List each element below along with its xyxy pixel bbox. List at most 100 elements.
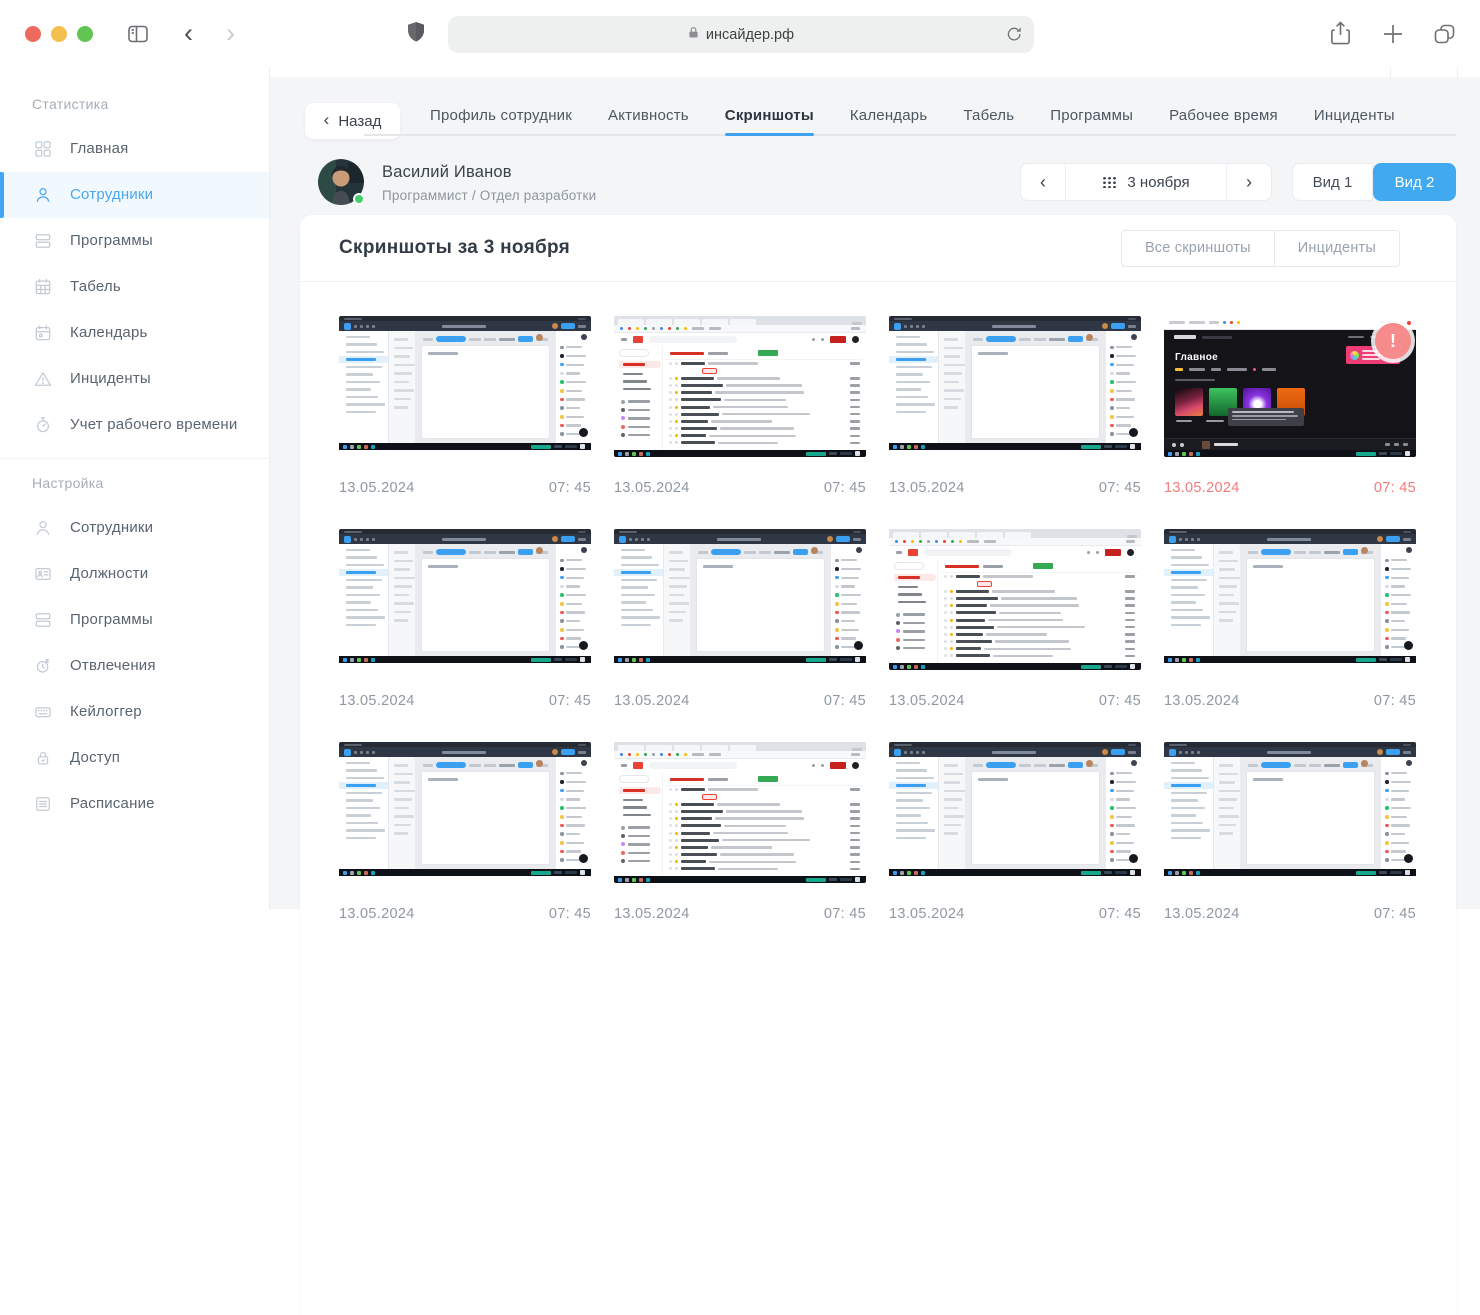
screenshot-thumbnail-taskapp[interactable]: [339, 742, 591, 883]
sidebar-item-отвлечения[interactable]: Отвлечения: [0, 643, 269, 689]
sidebar-item-label: Календарь: [70, 322, 148, 344]
screenshot-date: 13.05.2024: [339, 480, 415, 496]
tab-инциденты[interactable]: Инциденты: [1314, 98, 1395, 134]
date-picker[interactable]: 3 ноября: [1065, 164, 1227, 200]
screenshot-date: 13.05.2024: [614, 480, 690, 496]
tab-календарь[interactable]: Календарь: [850, 98, 928, 134]
view-1-button[interactable]: Вид 1: [1292, 163, 1373, 201]
date-label: 3 ноября: [1127, 174, 1189, 191]
sidebar-toggle-icon[interactable]: [126, 22, 150, 51]
screenshot-time: 07: 45: [1374, 480, 1416, 496]
tab-рабочее-время[interactable]: Рабочее время: [1169, 98, 1278, 134]
screenshots-panel: Скриншоты за 3 ноября Все скриншоты Инци…: [300, 215, 1456, 1315]
sidebar-item-кейлоггер[interactable]: Кейлоггер: [0, 689, 269, 735]
keyboard-icon: [32, 701, 54, 723]
sidebar-item-главная[interactable]: Главная: [0, 126, 269, 172]
sidebar-item-учет-рабочего-времени[interactable]: Учет рабочего времени: [0, 402, 269, 448]
screenshot-card: 13.05.2024 07: 45: [614, 742, 866, 922]
online-status-dot: [353, 193, 365, 205]
window-controls[interactable]: [25, 26, 93, 42]
tab-табель[interactable]: Табель: [963, 98, 1014, 134]
screenshot-thumbnail-taskapp[interactable]: [1164, 742, 1416, 883]
address-bar[interactable]: инсайдер.рф: [448, 16, 1034, 53]
screenshot-card: 13.05.2024 07: 45: [1164, 529, 1416, 709]
zoom-window-button[interactable]: [77, 26, 93, 42]
sidebar-item-label: Отвлечения: [70, 655, 156, 677]
screenshot-thumbnail-taskapp[interactable]: [889, 742, 1141, 883]
page-header-remnant: [270, 68, 1480, 77]
screenshot-date: 13.05.2024: [1164, 906, 1240, 922]
shield-icon[interactable]: [406, 19, 426, 52]
sidebar-item-календарь[interactable]: Календарь: [0, 310, 269, 356]
screenshot-date: 13.05.2024: [1164, 693, 1240, 709]
sidebar-item-label: Учет рабочего времени: [70, 414, 238, 436]
screenshot-time: 07: 45: [1099, 480, 1141, 496]
view-2-button[interactable]: Вид 2: [1373, 163, 1456, 201]
screenshot-time: 07: 45: [1099, 906, 1141, 922]
sidebar-item-доступ[interactable]: Доступ: [0, 735, 269, 781]
plus-icon[interactable]: [1382, 23, 1404, 50]
avatar: [318, 159, 364, 205]
calendar-icon: [32, 322, 54, 344]
screenshot-thumbnail-taskapp[interactable]: [339, 529, 591, 670]
rows-icon: [32, 230, 54, 252]
sidebar-divider: [0, 458, 269, 459]
screenshot-date: 13.05.2024: [339, 693, 415, 709]
sidebar-item-label: Кейлоггер: [70, 701, 142, 723]
screenshot-thumbnail-taskapp[interactable]: [1164, 529, 1416, 670]
filter-incidents[interactable]: Инциденты: [1274, 230, 1400, 267]
sidebar-item-расписание[interactable]: Расписание: [0, 781, 269, 827]
sidebar-item-программы[interactable]: Программы: [0, 218, 269, 264]
employee-profile: Василий Иванов Программист / Отдел разра…: [318, 159, 596, 205]
screenshot-date: 13.05.2024: [889, 906, 965, 922]
lock-icon: [32, 747, 54, 769]
reload-icon[interactable]: [1005, 24, 1023, 48]
date-navigator: ‹ 3 ноября ›: [1020, 163, 1272, 201]
tab-профиль-сотрудник[interactable]: Профиль сотрудник: [430, 98, 572, 134]
warning-icon: [32, 368, 54, 390]
id-card-icon: [32, 563, 54, 585]
view-switch: Вид 1 Вид 2: [1292, 163, 1456, 201]
screenshot-thumbnail-taskapp[interactable]: [889, 316, 1141, 457]
incident-badge: !: [1375, 323, 1411, 359]
screenshot-thumbnail-taskapp[interactable]: [339, 316, 591, 457]
sidebar-item-программы[interactable]: Программы: [0, 597, 269, 643]
sidebar-item-сотрудники[interactable]: Сотрудники: [0, 505, 269, 551]
screenshot-thumbnail-gmail[interactable]: [614, 316, 866, 457]
minimize-window-button[interactable]: [51, 26, 67, 42]
screenshot-thumbnail-gmail[interactable]: [614, 742, 866, 883]
tabs-icon[interactable]: [1432, 22, 1457, 51]
prev-day-button[interactable]: ‹: [1021, 164, 1065, 200]
filter-all-screenshots[interactable]: Все скриншоты: [1121, 230, 1274, 267]
screenshot-card: 13.05.2024 07: 45: [889, 316, 1141, 496]
forward-icon[interactable]: ›: [226, 20, 235, 47]
clock-z-icon: [32, 655, 54, 677]
sidebar-item-инциденты[interactable]: Инциденты: [0, 356, 269, 402]
screenshot-time: 07: 45: [1099, 693, 1141, 709]
sidebar-section-label: Статистика: [32, 96, 269, 112]
screenshot-filters: Все скриншоты Инциденты: [1121, 230, 1400, 267]
tab-скриншоты[interactable]: Скриншоты: [725, 98, 814, 134]
next-day-button[interactable]: ›: [1227, 164, 1271, 200]
user-icon: [32, 517, 54, 539]
back-icon[interactable]: ‹: [184, 20, 193, 47]
screenshot-thumbnail-taskapp[interactable]: [614, 529, 866, 670]
screenshot-time: 07: 45: [1374, 906, 1416, 922]
screenshot-date: 13.05.2024: [614, 693, 690, 709]
sidebar-item-сотрудники[interactable]: Сотрудники: [0, 172, 269, 218]
screenshot-card: 13.05.2024 07: 45: [614, 529, 866, 709]
tab-программы[interactable]: Программы: [1050, 98, 1133, 134]
sidebar-item-табель[interactable]: Табель: [0, 264, 269, 310]
user-icon: [32, 184, 54, 206]
screenshot-time: 07: 45: [549, 480, 591, 496]
close-window-button[interactable]: [25, 26, 41, 42]
screenshot-time: 07: 45: [549, 906, 591, 922]
screenshots-grid: 13.05.2024 07: 45: [300, 282, 1456, 922]
tab-активность[interactable]: Активность: [608, 98, 689, 134]
sidebar-item-label: Программы: [70, 609, 153, 631]
stopwatch-icon: [32, 414, 54, 436]
screenshot-thumbnail-gmail[interactable]: [889, 529, 1141, 670]
sidebar-item-label: Сотрудники: [70, 184, 153, 206]
share-icon[interactable]: [1329, 20, 1352, 53]
sidebar-item-должности[interactable]: Должности: [0, 551, 269, 597]
